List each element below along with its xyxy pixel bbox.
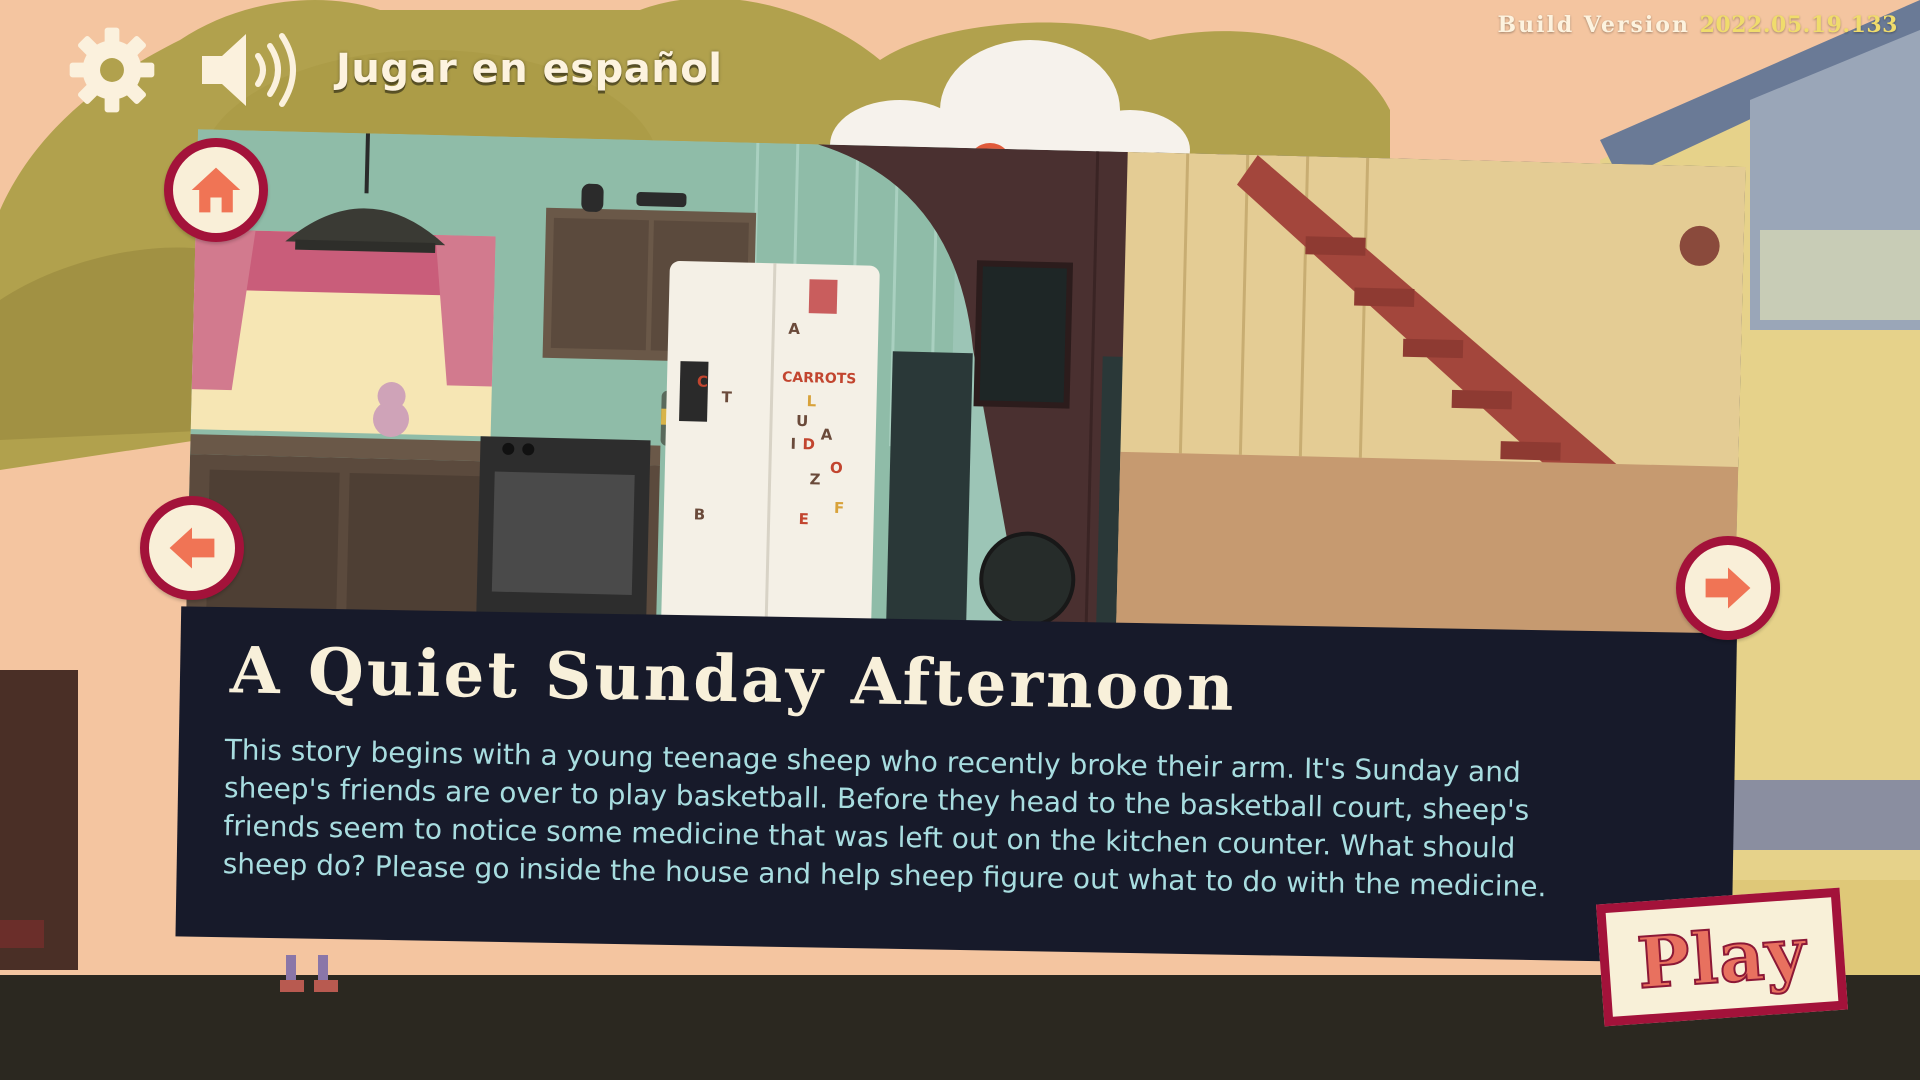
arrow-left-icon	[169, 527, 215, 569]
play-button-label: Play	[1634, 909, 1811, 1006]
magnet-letter: Z	[809, 470, 820, 488]
home-icon	[191, 167, 241, 213]
magnet-letter: A	[821, 426, 833, 444]
next-story-button[interactable]	[1676, 536, 1780, 640]
build-version-label: Build Version 2022.05.19.133	[1498, 12, 1898, 38]
language-toggle-link[interactable]: Jugar en español	[336, 46, 722, 92]
build-label: Build Version	[1497, 12, 1690, 38]
magnet-letter: E	[798, 510, 809, 528]
magnet-letter: F	[834, 499, 845, 517]
story-card: A C T CARROTS L U I D A O Z F E B A Quie…	[175, 129, 1746, 969]
play-button[interactable]: Play	[1596, 887, 1848, 1027]
home-button[interactable]	[164, 138, 268, 242]
story-scene-illustration: A C T CARROTS L U I D A O Z F E B	[186, 129, 1746, 659]
magnet-letter: O	[830, 459, 843, 477]
magnet-letter: I	[790, 435, 796, 453]
magnet-letter: T	[721, 388, 732, 406]
story-description-panel: A Quiet Sunday Afternoon This story begi…	[175, 606, 1737, 964]
magnet-letter: B	[694, 505, 706, 523]
sound-toggle-speaker-icon[interactable]	[196, 28, 300, 112]
magnet-word: CARROTS	[782, 370, 857, 388]
previous-story-button[interactable]	[140, 496, 244, 600]
build-version-number: 2022.05.19.133	[1699, 12, 1898, 38]
arrow-right-icon	[1705, 567, 1751, 609]
magnet-letter: L	[806, 392, 816, 410]
story-title: A Quiet Sunday Afternoon	[229, 633, 1238, 726]
magnet-letter: U	[796, 412, 809, 430]
story-description: This story begins with a young teenage s…	[222, 733, 1547, 904]
magnet-letter: A	[788, 320, 800, 338]
settings-gear-icon[interactable]	[66, 24, 158, 116]
magnet-letter: D	[802, 435, 815, 453]
magnet-letter: C	[697, 372, 708, 390]
